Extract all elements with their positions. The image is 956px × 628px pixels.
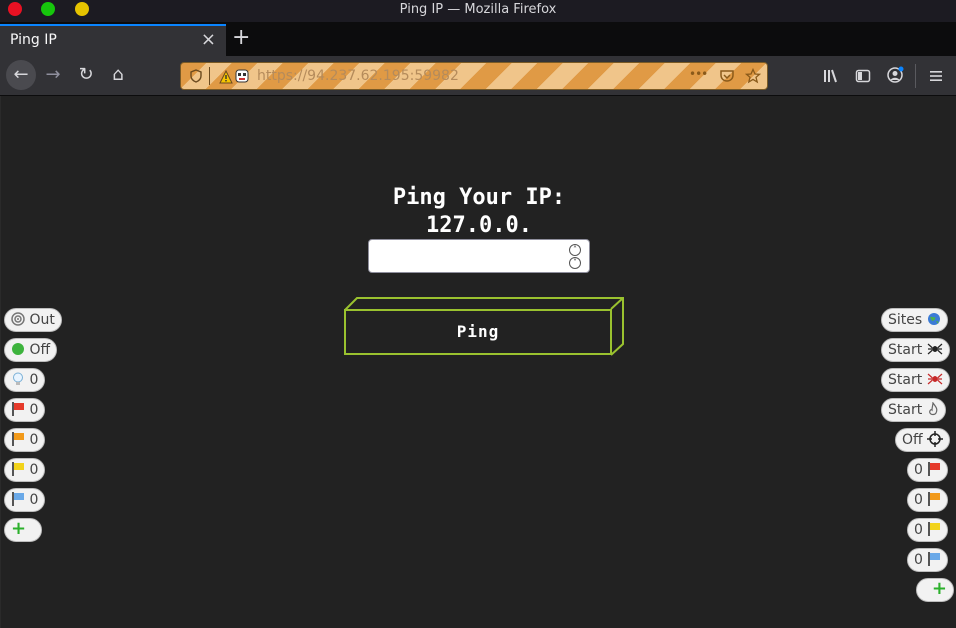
url-separator: [209, 67, 210, 85]
ping-button[interactable]: Ping: [344, 309, 612, 355]
left-tool-off[interactable]: Off: [4, 338, 58, 362]
left-tool-info-flag[interactable]: 0: [4, 488, 46, 512]
pocket-icon[interactable]: [719, 68, 735, 84]
flame-icon: [928, 401, 938, 416]
right-tool-ajax-spider[interactable]: Start: [881, 368, 950, 392]
right-tool-spider-label: Start: [888, 342, 923, 358]
spin-down-icon[interactable]: ˅: [569, 257, 581, 269]
left-tool-low-count: 0: [29, 462, 39, 478]
red-spider-icon: [927, 373, 943, 385]
yellow-flag-icon: [927, 522, 941, 536]
target-icon: [11, 312, 25, 326]
new-tab-button[interactable]: +: [232, 24, 254, 52]
add-icon: +: [11, 518, 27, 539]
globe-icon: [927, 313, 940, 325]
right-tool-sites[interactable]: Sites: [881, 308, 948, 332]
green-dot-icon: [12, 343, 24, 355]
account-icon[interactable]: [886, 66, 904, 84]
add-icon: +: [931, 578, 947, 599]
right-tool-hud[interactable]: Off: [895, 428, 951, 452]
right-tool-info-count: 0: [914, 552, 923, 568]
red-flag-icon: [11, 402, 25, 416]
right-tool-active-scan-label: Start: [888, 402, 923, 418]
toolbar-separator: [915, 64, 916, 88]
url-bar[interactable]: https://94.237.62.195:59982 •••: [180, 62, 768, 90]
navigation-toolbar: ← → ↻ ⌂ https://94.237.62.195:59982 •••: [0, 56, 956, 96]
left-tool-high-count: 0: [29, 402, 39, 418]
left-tool-info-count: 0: [29, 492, 39, 508]
right-tool-high-flag[interactable]: 0: [907, 458, 949, 482]
home-button[interactable]: ⌂: [103, 60, 133, 90]
right-tool-hud-label: Off: [902, 432, 923, 448]
close-window-button[interactable]: [8, 2, 22, 16]
page-content: Ping Your IP: 127.0.0. ˄ ˅ Ping Out Off …: [0, 96, 956, 628]
heading-line-1: Ping Your IP:: [392, 185, 566, 210]
right-tool-add[interactable]: +: [916, 578, 954, 602]
shield-icon[interactable]: [189, 69, 203, 83]
window-title: Ping IP — Mozilla Firefox: [399, 2, 557, 17]
forward-button[interactable]: →: [38, 60, 68, 90]
right-tool-active-scan[interactable]: Start: [881, 398, 946, 422]
orange-flag-icon: [11, 432, 25, 446]
red-flag-icon: [927, 462, 941, 476]
reload-button[interactable]: ↻: [71, 60, 101, 90]
left-tool-add[interactable]: +: [4, 518, 42, 542]
right-tool-sites-label: Sites: [888, 312, 923, 328]
minimize-window-button[interactable]: [75, 2, 89, 16]
spider-icon: [927, 343, 943, 355]
url-text[interactable]: https://94.237.62.195:59982: [257, 68, 459, 84]
orange-flag-icon: [927, 492, 941, 506]
spin-up-icon[interactable]: ˄: [569, 244, 581, 256]
heading-line-2: 127.0.0.: [426, 213, 532, 238]
site-favicon-icon: [235, 69, 249, 83]
warning-lock-icon[interactable]: [219, 70, 233, 84]
bookmark-star-icon[interactable]: [745, 68, 761, 84]
tab-bar: Ping IP × +: [0, 22, 956, 56]
crosshair-icon: [927, 431, 944, 447]
left-tool-alerts-count: 0: [29, 372, 39, 388]
left-tool-low-flag[interactable]: 0: [4, 458, 46, 482]
lightbulb-icon: [13, 372, 23, 385]
number-spinner[interactable]: ˄ ˅: [569, 244, 581, 270]
tab-ping-ip[interactable]: Ping IP ×: [0, 24, 226, 56]
right-tool-low-count: 0: [914, 522, 923, 538]
right-tool-ajax-spider-label: Start: [888, 372, 923, 388]
page-heading: Ping Your IP: 127.0.0.: [1, 184, 956, 240]
window-titlebar: Ping IP — Mozilla Firefox: [0, 0, 956, 22]
tab-label: Ping IP: [10, 32, 57, 48]
left-tool-medium-count: 0: [29, 432, 39, 448]
yellow-flag-icon: [11, 462, 25, 476]
blue-flag-icon: [11, 492, 25, 506]
right-tool-info-flag[interactable]: 0: [907, 548, 949, 572]
close-tab-icon[interactable]: ×: [201, 26, 216, 54]
blue-flag-icon: [927, 552, 941, 566]
left-tool-alerts[interactable]: 0: [4, 368, 46, 392]
sidebar-icon[interactable]: [855, 68, 871, 84]
right-tool-medium-count: 0: [914, 492, 923, 508]
left-tool-out[interactable]: Out: [4, 308, 62, 332]
maximize-window-button[interactable]: [41, 2, 55, 16]
ip-number-input[interactable]: ˄ ˅: [368, 239, 590, 273]
left-tool-medium-flag[interactable]: 0: [4, 428, 46, 452]
left-tool-off-label: Off: [29, 342, 51, 358]
left-tool-out-label: Out: [29, 312, 55, 328]
right-tool-high-count: 0: [914, 462, 923, 478]
left-tool-high-flag[interactable]: 0: [4, 398, 46, 422]
right-tool-medium-flag[interactable]: 0: [907, 488, 949, 512]
back-button[interactable]: ←: [6, 60, 36, 90]
library-icon[interactable]: [822, 68, 840, 84]
right-tool-low-flag[interactable]: 0: [907, 518, 949, 542]
right-tool-spider[interactable]: Start: [881, 338, 950, 362]
page-actions-icon[interactable]: •••: [689, 67, 708, 81]
hamburger-menu-icon[interactable]: [928, 68, 944, 84]
